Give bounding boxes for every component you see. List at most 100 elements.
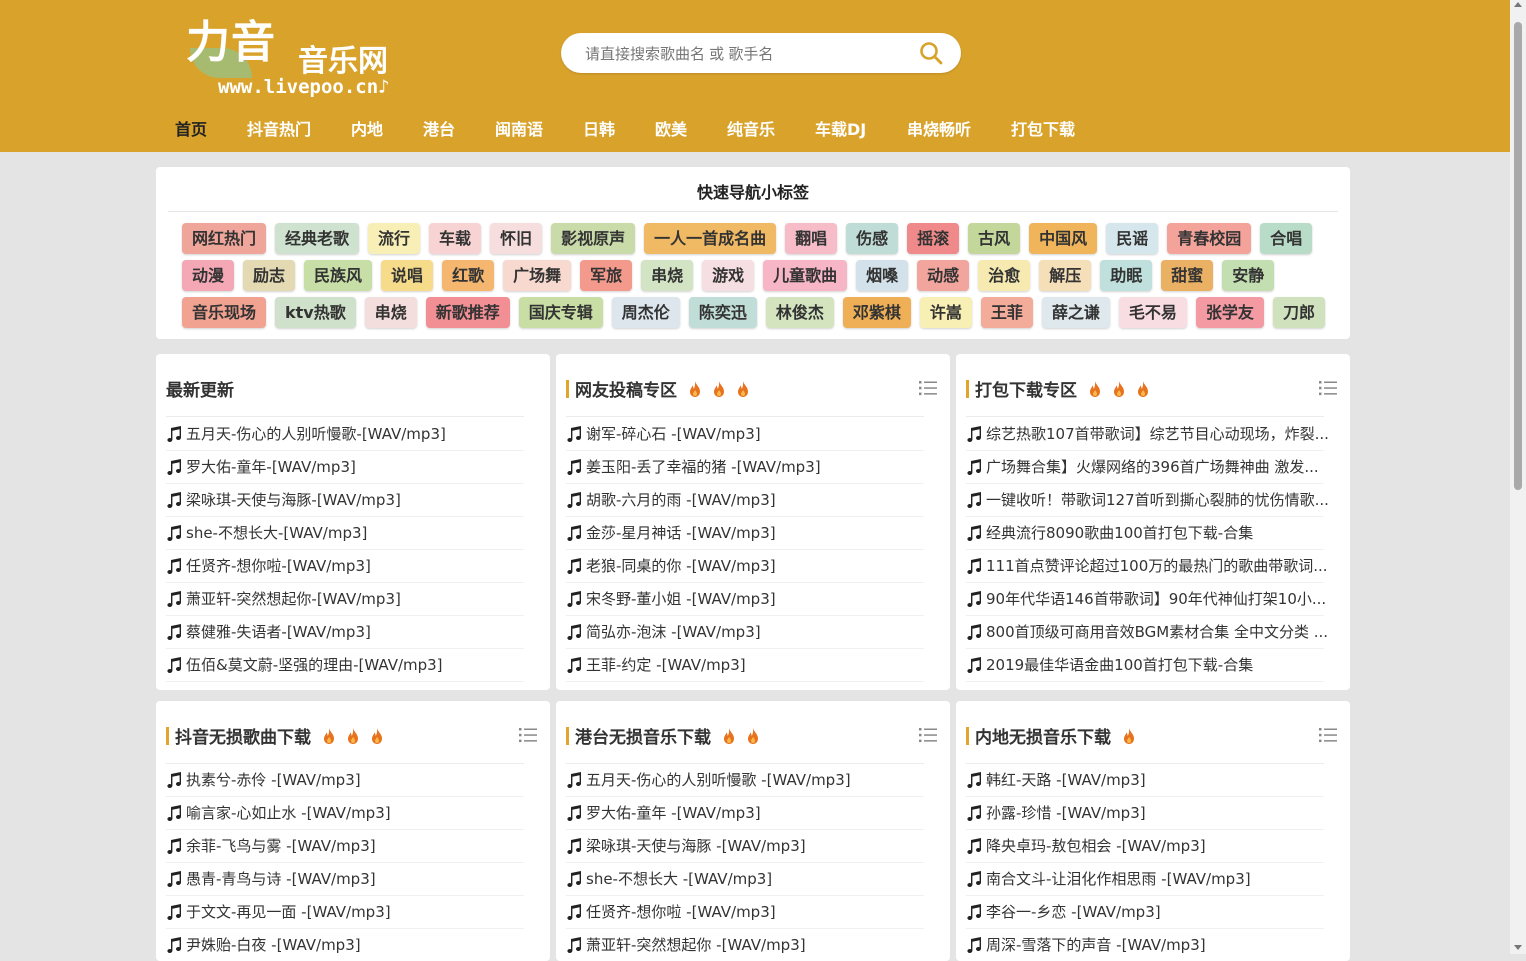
quick-tag[interactable]: 林俊杰 [765,297,834,328]
song-title[interactable]: 111首点赞评论超过100万的最热门的歌曲带歌词... [986,555,1328,576]
song-title[interactable]: 李谷一-乡恋 -[WAV/mp3] [986,901,1161,922]
song-title[interactable]: she-不想长大-[WAV/mp3] [186,522,367,543]
quick-tag[interactable]: 音乐现场 [182,297,267,328]
song-title[interactable]: 姜玉阳-丢了幸福的猪 -[WAV/mp3] [586,456,821,477]
song-title[interactable]: 于文文-再见一面 -[WAV/mp3] [186,901,391,922]
quick-tag[interactable]: 串烧 [641,260,694,291]
song-list-item[interactable]: 任贤齐-想你啦 -[WAV/mp3] [566,895,936,928]
song-list-item[interactable]: she-不想长大-[WAV/mp3] [166,516,536,549]
song-title[interactable]: 萧亚轩-突然想起你-[WAV/mp3] [186,588,401,609]
quick-tag[interactable]: 经典老歌 [275,223,360,254]
quick-tag[interactable]: 民族风 [304,260,373,291]
song-title[interactable]: 谢军-碎心石 -[WAV/mp3] [586,423,761,444]
quick-tag[interactable]: 红歌 [442,260,495,291]
site-logo[interactable]: 力音 音乐网 www.livepoo.cn♪ [186,6,406,102]
nav-item[interactable]: 闽南语 [495,116,543,140]
song-list-item[interactable]: 金莎-星月神话 -[WAV/mp3] [566,516,936,549]
nav-item[interactable]: 打包下载 [1011,116,1075,140]
song-title[interactable]: 五月天-伤心的人别听慢歌 -[WAV/mp3] [586,769,851,790]
list-menu-icon[interactable] [919,380,937,396]
page-scrollbar[interactable] [1510,0,1526,954]
nav-item[interactable]: 抖音热门 [247,116,311,140]
song-list-item[interactable]: 执素兮-赤伶 -[WAV/mp3] [166,763,536,796]
song-title[interactable]: 任贤齐-想你啦-[WAV/mp3] [186,555,371,576]
song-title[interactable]: 周深-雪落下的声音 -[WAV/mp3] [986,934,1206,955]
song-title[interactable]: 尹姝贻-白夜 -[WAV/mp3] [186,934,361,955]
nav-item[interactable]: 内地 [351,116,383,140]
song-list-item[interactable]: 简弘亦-泡沫 -[WAV/mp3] [566,615,936,648]
song-list-item[interactable]: 宋冬野-董小姐 -[WAV/mp3] [566,582,936,615]
song-list-item[interactable]: 韩红-天路 -[WAV/mp3] [966,763,1336,796]
song-list-item[interactable]: she-不想长大 -[WAV/mp3] [566,862,936,895]
song-list-item[interactable]: 梁咏琪-天使与海豚 -[WAV/mp3] [566,829,936,862]
section-title[interactable]: 网友投稿专区 [566,376,749,401]
quick-tag[interactable]: 甜蜜 [1161,260,1214,291]
song-title[interactable]: 经典流行8090歌曲100首打包下载-合集 [986,522,1253,543]
quick-tag[interactable]: 励志 [243,260,296,291]
search-input[interactable] [583,41,907,67]
song-list-item[interactable]: 降央卓玛-敖包相会 -[WAV/mp3] [966,829,1336,862]
song-list-item[interactable]: 罗大佑-童年 -[WAV/mp3] [566,796,936,829]
song-title[interactable]: 韩红-天路 -[WAV/mp3] [986,769,1146,790]
list-menu-icon[interactable] [919,727,937,743]
song-list-item[interactable]: 南合文斗-让泪化作相思雨 -[WAV/mp3] [966,862,1336,895]
song-list-item[interactable]: 于文文-再见一面 -[WAV/mp3] [166,895,536,928]
song-title[interactable]: 南合文斗-让泪化作相思雨 -[WAV/mp3] [986,868,1251,889]
quick-tag[interactable]: 中国风 [1029,223,1098,254]
quick-tag[interactable]: ktv热歌 [275,297,356,328]
quick-tag[interactable]: 薛之谦 [1041,297,1110,328]
song-title[interactable]: 胡歌-六月的雨 -[WAV/mp3] [586,489,776,510]
section-title[interactable]: 抖音无损歌曲下载 [166,723,383,748]
song-list-item[interactable]: 孙露-珍惜 -[WAV/mp3] [966,796,1336,829]
quick-tag[interactable]: 怀旧 [490,223,543,254]
list-menu-icon[interactable] [1319,380,1337,396]
song-title[interactable]: 老狼-同桌的你 -[WAV/mp3] [586,555,776,576]
section-title[interactable]: 最新更新 [166,376,234,401]
song-title[interactable]: 喻言家-心如止水 -[WAV/mp3] [186,802,391,823]
quick-tag[interactable]: 助眠 [1100,260,1153,291]
song-list-item[interactable]: 任贤齐-想你啦-[WAV/mp3] [166,549,536,582]
song-title[interactable]: 广场舞合集】火爆网络的396首广场舞神曲 激发... [986,456,1319,477]
quick-tag[interactable]: 网红热门 [182,223,267,254]
quick-tag[interactable]: 解压 [1039,260,1092,291]
song-list-item[interactable]: 王菲-约定 -[WAV/mp3] [566,648,936,681]
scroll-down-arrow-icon[interactable] [1514,945,1522,950]
quick-tag[interactable]: 串烧 [364,297,417,328]
quick-tag[interactable]: 邓紫棋 [842,297,911,328]
song-list-item[interactable]: 尹姝贻-白夜 -[WAV/mp3] [166,928,536,961]
quick-tag[interactable]: 安静 [1222,260,1275,291]
nav-item[interactable]: 欧美 [655,116,687,140]
song-title[interactable]: 愚青-青鸟与诗 -[WAV/mp3] [186,868,376,889]
song-list-item[interactable]: 梁咏琪-天使与海豚-[WAV/mp3] [166,483,536,516]
song-list-item[interactable]: 愚青-青鸟与诗 -[WAV/mp3] [166,862,536,895]
song-list-item[interactable]: 老狼-同桌的你 -[WAV/mp3] [566,549,936,582]
quick-tag[interactable]: 合唱 [1260,223,1313,254]
quick-tag[interactable]: 广场舞 [503,260,572,291]
song-title[interactable]: 800首顶级可商用音效BGM素材合集 全中文分类 ... [986,621,1328,642]
song-title[interactable]: she-不想长大 -[WAV/mp3] [586,868,772,889]
nav-item[interactable]: 车载DJ [815,116,866,140]
section-title[interactable]: 港台无损音乐下载 [566,723,759,748]
song-title[interactable]: 王菲-约定 -[WAV/mp3] [586,654,746,675]
song-list-item[interactable]: 111首点赞评论超过100万的最热门的歌曲带歌词... [966,549,1336,582]
quick-tag[interactable]: 影视原声 [551,223,636,254]
song-list-item[interactable]: 余菲-飞鸟与雾 -[WAV/mp3] [166,829,536,862]
song-title[interactable]: 伍佰&莫文蔚-坚强的理由-[WAV/mp3] [186,654,443,675]
song-list-item[interactable]: 广场舞合集】火爆网络的396首广场舞神曲 激发... [966,450,1336,483]
song-list-item[interactable]: 90年代华语146首带歌词】90年代神仙打架10小... [966,582,1336,615]
quick-tag[interactable]: 青春校园 [1167,223,1252,254]
song-list-item[interactable]: 蔡健雅-失语者-[WAV/mp3] [166,615,536,648]
song-list-item[interactable]: 经典流行8090歌曲100首打包下载-合集 [966,516,1336,549]
song-title[interactable]: 五月天-伤心的人别听慢歌-[WAV/mp3] [186,423,446,444]
song-list-item[interactable]: 五月天-伤心的人别听慢歌 -[WAV/mp3] [566,763,936,796]
quick-tag[interactable]: 伤感 [846,223,899,254]
quick-tag[interactable]: 流行 [368,223,421,254]
quick-tag[interactable]: 烟嗓 [856,260,909,291]
song-title[interactable]: 罗大佑-童年 -[WAV/mp3] [586,802,761,823]
quick-tag[interactable]: 古风 [968,223,1021,254]
quick-tag[interactable]: 游戏 [702,260,755,291]
quick-tag[interactable]: 新歌推荐 [425,297,510,328]
song-list-item[interactable]: 五月天-伤心的人别听慢歌-[WAV/mp3] [166,417,536,450]
song-list-item[interactable]: 萧亚轩-突然想起你 -[WAV/mp3] [566,928,936,961]
song-list-item[interactable]: 姜玉阳-丢了幸福的猪 -[WAV/mp3] [566,450,936,483]
